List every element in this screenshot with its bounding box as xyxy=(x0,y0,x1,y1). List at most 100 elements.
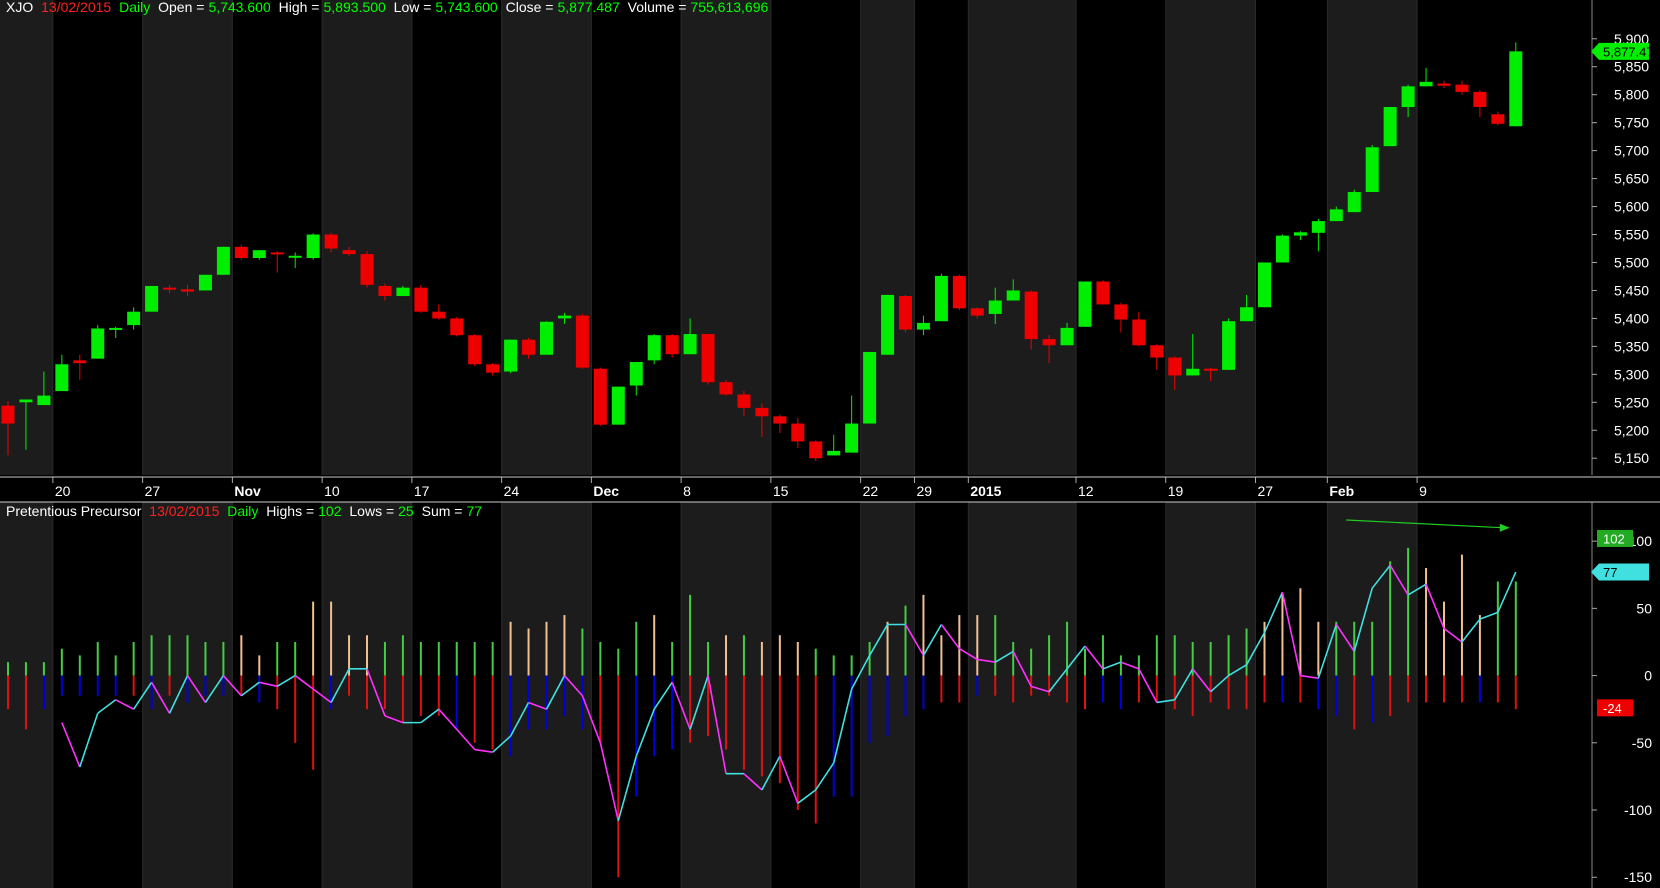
candle-body xyxy=(1258,262,1271,308)
candle-body xyxy=(145,285,159,312)
date-tick-label: 27 xyxy=(145,483,161,499)
candle-body xyxy=(1186,368,1200,376)
price-tick-label: 5,600 xyxy=(1614,199,1649,215)
volume-value: 755,613,696 xyxy=(690,0,769,15)
candle-body xyxy=(557,315,571,319)
candle-body xyxy=(378,285,392,297)
sum-value: 77 xyxy=(466,503,483,519)
candle-body xyxy=(360,254,374,285)
date-label: 13/02/2015 xyxy=(41,0,112,15)
candle-body xyxy=(791,423,805,442)
indicator-period: Daily xyxy=(227,503,259,519)
candle-body xyxy=(593,368,607,425)
candle-body xyxy=(163,287,177,290)
candle-body xyxy=(450,318,464,336)
candle-body xyxy=(1275,235,1289,263)
candle-body xyxy=(468,335,482,365)
price-header: XJO 13/02/2015 Daily Open = 5,743.600 Hig… xyxy=(6,0,772,15)
price-tick-label: 5,200 xyxy=(1614,422,1649,438)
candle-body xyxy=(575,315,589,368)
volume-label: Volume = xyxy=(627,0,687,15)
candle-body xyxy=(91,328,105,359)
high-value: 5,893.500 xyxy=(323,0,386,15)
price-tick-label: 5,700 xyxy=(1614,143,1649,159)
open-label: Open = xyxy=(158,0,205,15)
candle-body xyxy=(216,246,230,275)
candle-body xyxy=(73,360,87,364)
indicator-header: Pretentious Precursor 13/02/2015 Daily H… xyxy=(6,503,486,519)
candle-body xyxy=(1293,232,1307,236)
indicator-tick-label: -50 xyxy=(1632,735,1652,751)
band-indicator xyxy=(968,502,1077,888)
candle-body xyxy=(701,334,715,383)
price-tick-label: 5,800 xyxy=(1614,87,1649,103)
candle-body xyxy=(970,308,984,316)
candle-body xyxy=(55,364,69,392)
price-tick-label: 5,250 xyxy=(1614,394,1649,410)
candle-body xyxy=(127,311,141,326)
sum-tag-box xyxy=(1591,563,1649,581)
highs-tag-text: 102 xyxy=(1603,531,1625,546)
candle-body xyxy=(719,382,733,395)
price-tick-label: 5,750 xyxy=(1614,115,1649,131)
indicator-tick-label: -150 xyxy=(1624,869,1652,885)
candle-body xyxy=(1347,192,1361,213)
low-value: 5,743.600 xyxy=(435,0,498,15)
lows-tag-text: -24 xyxy=(1603,701,1622,716)
band-price xyxy=(501,0,592,475)
indicator-tick-label: 0 xyxy=(1644,668,1652,684)
highs-value: 102 xyxy=(318,503,342,519)
candle-body xyxy=(773,416,787,424)
candle-body xyxy=(1401,86,1415,108)
candle-body xyxy=(1006,290,1020,301)
candle-body xyxy=(1168,357,1182,376)
candle-body xyxy=(432,311,446,319)
candle-body xyxy=(522,339,536,355)
price-tick-label: 5,450 xyxy=(1614,282,1649,298)
candle-body xyxy=(1132,319,1146,346)
date-tick-label: 29 xyxy=(916,483,932,499)
candle-body xyxy=(683,334,697,355)
candle-body xyxy=(306,234,320,259)
candle-body xyxy=(665,335,679,355)
candle-body xyxy=(1491,114,1505,124)
price-tick-label: 5,550 xyxy=(1614,227,1649,243)
date-tick-label: 22 xyxy=(863,483,879,499)
candle-body xyxy=(629,362,643,386)
candle-body xyxy=(414,287,428,312)
candle-body xyxy=(755,407,769,417)
candle-body xyxy=(1060,327,1074,346)
candle-body xyxy=(37,395,51,406)
candle-body xyxy=(1078,281,1092,327)
candle-body xyxy=(863,351,877,424)
candle-body xyxy=(737,394,751,408)
band-price xyxy=(1165,0,1256,475)
candle-body xyxy=(916,322,930,330)
sum-tag-text: 77 xyxy=(1603,565,1617,580)
candle-body xyxy=(1204,368,1218,371)
candle-body xyxy=(540,321,553,355)
candle-body xyxy=(396,287,410,297)
band-price xyxy=(1327,0,1418,475)
candle-body xyxy=(109,327,123,330)
date-tick-label: 9 xyxy=(1419,483,1427,499)
indicator-date: 13/02/2015 xyxy=(149,503,220,519)
candle-body xyxy=(1419,81,1433,87)
indicator-name: Pretentious Precursor xyxy=(6,503,142,519)
highs-label: Highs = xyxy=(266,503,315,519)
price-tick-label: 5,350 xyxy=(1614,338,1649,354)
candle-body xyxy=(952,275,966,309)
date-tick-label: 19 xyxy=(1168,483,1184,499)
candle-body xyxy=(1311,221,1325,233)
candle-body xyxy=(1365,147,1379,193)
price-tick-label: 5,850 xyxy=(1614,59,1649,75)
candle-body xyxy=(1509,51,1523,127)
candle-body xyxy=(1383,107,1397,147)
close-label: Close = xyxy=(505,0,554,15)
candle-body xyxy=(1455,84,1469,92)
candle-body xyxy=(827,450,841,456)
candle-body xyxy=(1,405,15,424)
candle-body xyxy=(1024,291,1038,340)
date-axis: 20 27 Nov 10 17 24 Dec 8 15 22 29 2015 12 19 27 Feb 9 xyxy=(0,477,1592,502)
date-tick-label: 24 xyxy=(504,483,520,499)
